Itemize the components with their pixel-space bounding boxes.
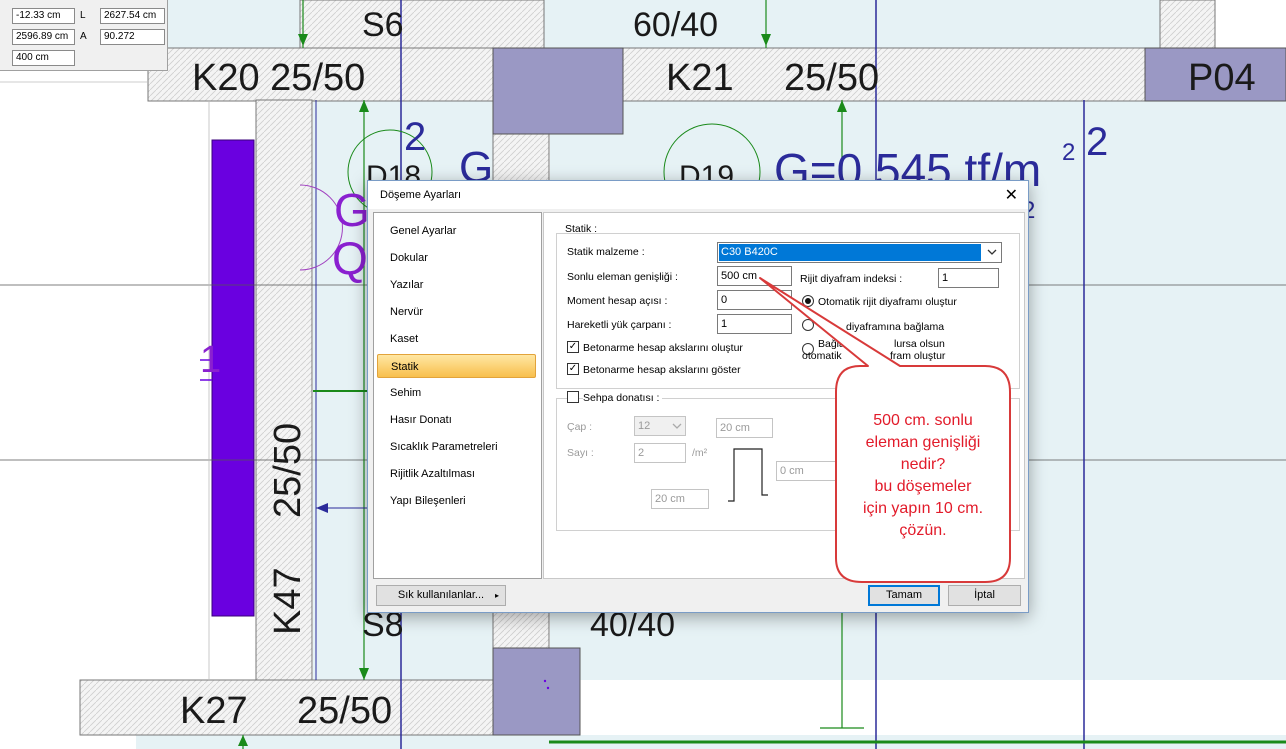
callout-line-2: eleman genişliği [865,434,981,451]
callout-line-4: bu döşemeler [874,478,972,495]
callout-shape [759,277,1011,583]
callout-line-5: için yapın 10 cm. [862,500,984,517]
callout-text: 500 cm. sonlu eleman genişliği nedir? bu… [838,410,1008,542]
callout-line-3: nedir? [900,456,946,473]
callout-line-1: 500 cm. sonlu [873,412,973,429]
callout-line-6: çözün. [899,522,947,539]
